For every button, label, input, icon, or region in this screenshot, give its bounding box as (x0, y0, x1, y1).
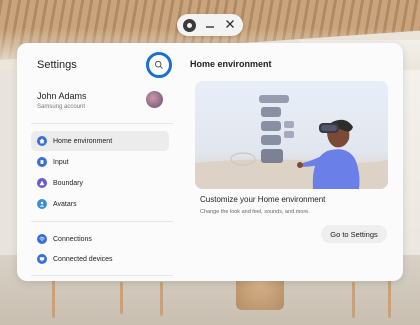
home-icon (37, 136, 47, 146)
home-environment-image (195, 81, 388, 189)
minimize-icon[interactable] (203, 18, 217, 32)
chair-leg (120, 282, 123, 314)
sidebar-item-label: Input (53, 158, 69, 166)
window-controls (177, 14, 243, 36)
sidebar-item-label: Avatars (53, 200, 77, 208)
sidebar-item-label: Connections (53, 235, 92, 243)
chair-leg (52, 280, 55, 318)
content-area: Home environment Customize your Home env… (189, 43, 403, 281)
close-icon[interactable] (223, 18, 237, 32)
divider (31, 221, 173, 222)
sidebar-item-boundary[interactable]: Boundary (31, 173, 169, 193)
avatar[interactable] (146, 91, 163, 108)
app-icon[interactable] (183, 18, 196, 32)
chair-leg (160, 282, 163, 316)
sidebar-item-connected-devices[interactable]: Connected devices (31, 249, 169, 269)
sidebar-item-avatars[interactable]: Avatars (31, 194, 169, 214)
input-icon (37, 157, 47, 167)
search-button[interactable] (146, 52, 172, 78)
chair-leg (388, 280, 391, 318)
divider (31, 275, 173, 276)
customize-title: Customize your Home environment (200, 195, 326, 204)
sidebar-item-input[interactable]: Input (31, 152, 169, 172)
page-title: Home environment (190, 59, 272, 69)
sidebar-item-home-environment[interactable]: Home environment (31, 131, 169, 151)
hero-illustration (195, 81, 388, 189)
avatar-icon (37, 199, 47, 209)
sidebar: Settings John Adams Samsung account Home… (17, 43, 189, 281)
search-icon (154, 60, 163, 69)
wifi-icon (37, 234, 47, 244)
account-subtitle: Samsung account (37, 104, 86, 110)
chair-leg (352, 282, 355, 318)
sidebar-item-label: Home environment (53, 137, 113, 145)
sidebar-item-label: Connected devices (53, 255, 113, 263)
sidebar-title: Settings (37, 59, 77, 71)
settings-panel: Settings John Adams Samsung account Home… (17, 43, 403, 281)
go-to-settings-button[interactable]: Go to Settings (321, 225, 387, 243)
devices-icon (37, 254, 47, 264)
customize-subtitle: Change the look and feel, sounds, and mo… (200, 209, 310, 215)
divider (31, 123, 173, 124)
sidebar-item-connections[interactable]: Connections (31, 229, 169, 249)
boundary-icon (37, 178, 47, 188)
sidebar-item-label: Boundary (53, 179, 83, 187)
